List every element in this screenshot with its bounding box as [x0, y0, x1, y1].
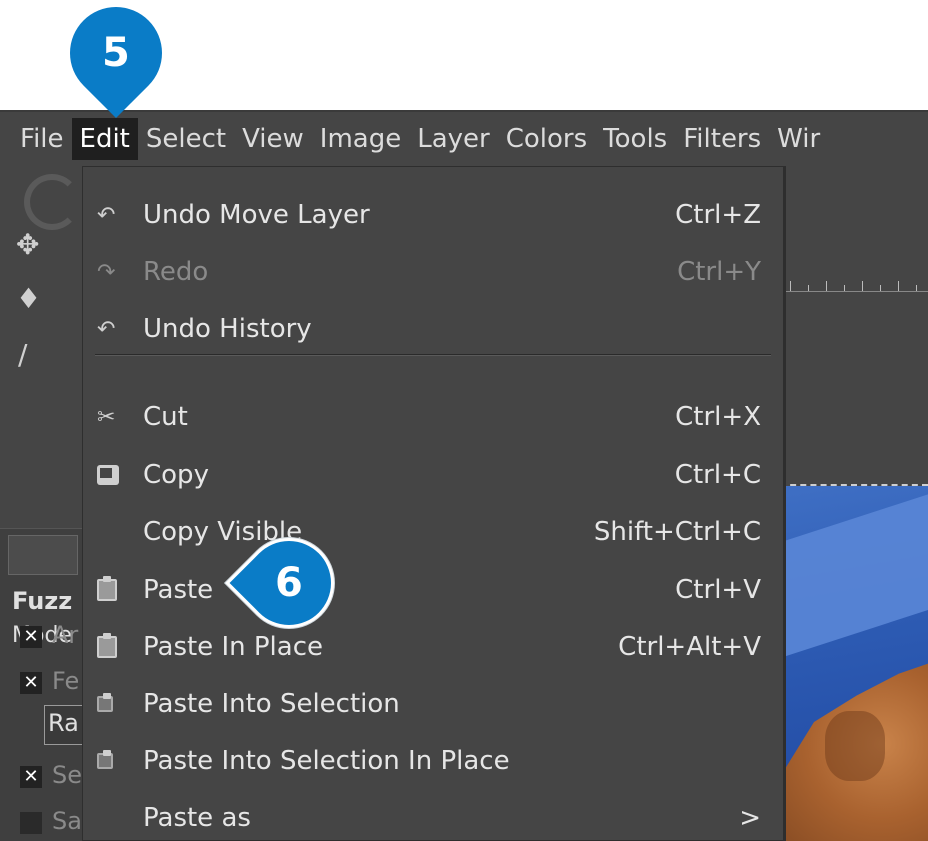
menu-item-shortcut: Ctrl+Y — [677, 257, 761, 287]
radius-label: Ra — [48, 709, 79, 737]
menu-item-label: Paste as — [143, 803, 251, 833]
menu-item-paste-as[interactable]: Paste as > — [83, 791, 783, 841]
undo-history-icon: ↶ — [97, 316, 116, 342]
undo-icon: ↶ — [97, 202, 116, 228]
menu-windows[interactable]: Wir — [769, 118, 828, 160]
antialiasing-checkbox[interactable]: ✕ — [20, 626, 42, 648]
step-5-number: 5 — [102, 29, 130, 76]
select-transparent-label: Se — [52, 761, 82, 789]
color-picker-icon[interactable]: / — [18, 338, 27, 371]
menu-item-paste-into-selection[interactable]: Paste Into Selection — [83, 677, 783, 731]
menu-item-label: Paste — [143, 575, 214, 605]
menu-item-copy-visible[interactable]: Copy Visible Shift+Ctrl+C — [83, 505, 783, 559]
sample-merged-checkbox[interactable] — [20, 812, 42, 834]
gimp-window: File Edit Select View Image Layer Colors… — [0, 110, 928, 841]
paste-into-icon — [97, 677, 113, 731]
horizontal-ruler — [780, 266, 928, 292]
menu-item-label: Cut — [143, 402, 188, 432]
menu-tools[interactable]: Tools — [595, 118, 675, 160]
menu-item-undo-history[interactable]: ↶ Undo History — [83, 302, 783, 356]
step-5-callout: 5 — [50, 0, 182, 119]
wilber-ring-icon — [24, 174, 80, 230]
menu-item-shortcut: Shift+Ctrl+C — [593, 517, 761, 547]
menu-item-shortcut: Ctrl+C — [674, 460, 761, 490]
image-canvas[interactable] — [780, 484, 928, 841]
paste-icon — [97, 620, 117, 674]
menu-item-shortcut: Ctrl+Alt+V — [618, 632, 761, 662]
menu-item-shortcut: Ctrl+Z — [675, 200, 761, 230]
menu-item-shortcut: Ctrl+V — [675, 575, 761, 605]
menu-select[interactable]: Select — [138, 118, 234, 160]
menu-item-paste[interactable]: Paste Ctrl+V — [83, 563, 783, 617]
scissors-icon: ✂ — [97, 404, 116, 430]
select-transparent-checkbox[interactable]: ✕ — [20, 766, 42, 788]
submenu-arrow-icon: > — [739, 803, 761, 833]
bucket-fill-icon[interactable]: ♦ — [16, 282, 41, 315]
menu-item-shortcut: Ctrl+X — [675, 402, 761, 432]
paste-icon — [97, 563, 117, 617]
menu-item-label: Undo Move Layer — [143, 200, 370, 230]
menu-layer[interactable]: Layer — [409, 118, 498, 160]
menu-item-label: Undo History — [143, 314, 312, 344]
tool-options-tabs[interactable] — [8, 535, 78, 575]
menu-view[interactable]: View — [234, 118, 312, 160]
menu-image[interactable]: Image — [312, 118, 409, 160]
menu-colors[interactable]: Colors — [498, 118, 595, 160]
menu-item-copy[interactable]: Copy Ctrl+C — [83, 448, 783, 502]
menu-item-label: Copy — [143, 460, 209, 490]
menu-file[interactable]: File — [12, 118, 72, 160]
menu-separator — [95, 354, 771, 356]
tool-name: Fuzz — [12, 587, 73, 615]
menu-edit[interactable]: Edit — [71, 118, 138, 160]
feather-label: Fe — [52, 667, 80, 695]
menu-item-undo[interactable]: ↶ Undo Move Layer Ctrl+Z — [83, 188, 783, 242]
move-tool-icon[interactable]: ✥ — [16, 228, 39, 261]
edit-menu-dropdown: ↶ Undo Move Layer Ctrl+Z ↷ Redo Ctrl+Y ↶… — [82, 166, 784, 841]
menu-item-label: Paste In Place — [143, 632, 323, 662]
paste-into-icon — [97, 734, 113, 788]
feather-checkbox[interactable]: ✕ — [20, 672, 42, 694]
sample-merged-label: Sa — [52, 807, 82, 835]
menu-item-paste-into-selection-in-place[interactable]: Paste Into Selection In Place — [83, 734, 783, 788]
menu-item-label: Redo — [143, 257, 209, 287]
menu-item-label: Paste Into Selection — [143, 689, 400, 719]
menu-item-label: Paste Into Selection In Place — [143, 746, 510, 776]
copy-icon — [97, 448, 119, 502]
antialiasing-label: Ar — [52, 621, 79, 649]
step-6-number: 6 — [275, 560, 303, 606]
menu-bar: File Edit Select View Image Layer Colors… — [0, 110, 928, 166]
menu-item-paste-in-place[interactable]: Paste In Place Ctrl+Alt+V — [83, 620, 783, 674]
menu-filters[interactable]: Filters — [675, 118, 769, 160]
redo-icon: ↷ — [97, 259, 116, 285]
menu-item-cut[interactable]: ✂ Cut Ctrl+X — [83, 390, 783, 444]
menu-item-redo[interactable]: ↷ Redo Ctrl+Y — [83, 245, 783, 299]
